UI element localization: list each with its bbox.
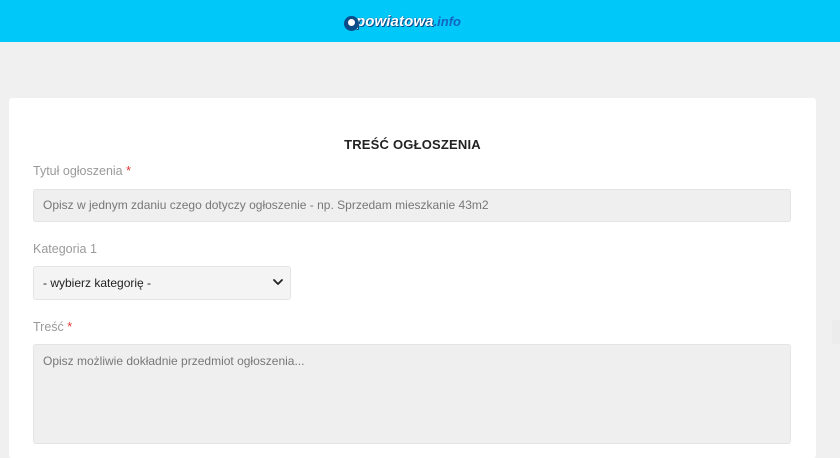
- category-label-text: Kategoria 1: [33, 242, 97, 256]
- page-scrollbar[interactable]: [832, 320, 840, 344]
- section-title: TREŚĆ OGŁOSZENIA: [344, 137, 481, 152]
- content-textarea-placeholder: Opisz możliwie dokładnie przedmiot ogłos…: [43, 354, 305, 368]
- site-logo[interactable]: powiatowa .info: [343, 13, 461, 31]
- ad-content-card: TREŚĆ OGŁOSZENIA Tytuł ogłoszenia * Opis…: [9, 98, 816, 458]
- content-label-text: Treść: [33, 320, 64, 334]
- logo-text: powiatowa: [355, 13, 434, 30]
- title-label-text: Tytuł ogłoszenia: [33, 164, 123, 178]
- category-select[interactable]: - wybierz kategorię -: [33, 266, 291, 300]
- title-input-placeholder: Opisz w jednym zdaniu czego dotyczy ogło…: [43, 198, 489, 212]
- site-header: powiatowa .info: [0, 0, 840, 42]
- title-required-mark: *: [126, 164, 131, 178]
- category-selected-value: - wybierz kategorię -: [43, 276, 152, 290]
- logo-domain: .info: [433, 14, 461, 29]
- title-label: Tytuł ogłoszenia *: [33, 164, 131, 178]
- category-label: Kategoria 1: [33, 242, 97, 256]
- content-required-mark: *: [67, 320, 73, 334]
- content-label: Treść *: [33, 320, 72, 334]
- title-input[interactable]: Opisz w jednym zdaniu czego dotyczy ogło…: [33, 189, 791, 222]
- logo-p-icon: [343, 16, 359, 31]
- chevron-down-icon: [273, 279, 283, 285]
- content-textarea[interactable]: Opisz możliwie dokładnie przedmiot ogłos…: [33, 344, 791, 444]
